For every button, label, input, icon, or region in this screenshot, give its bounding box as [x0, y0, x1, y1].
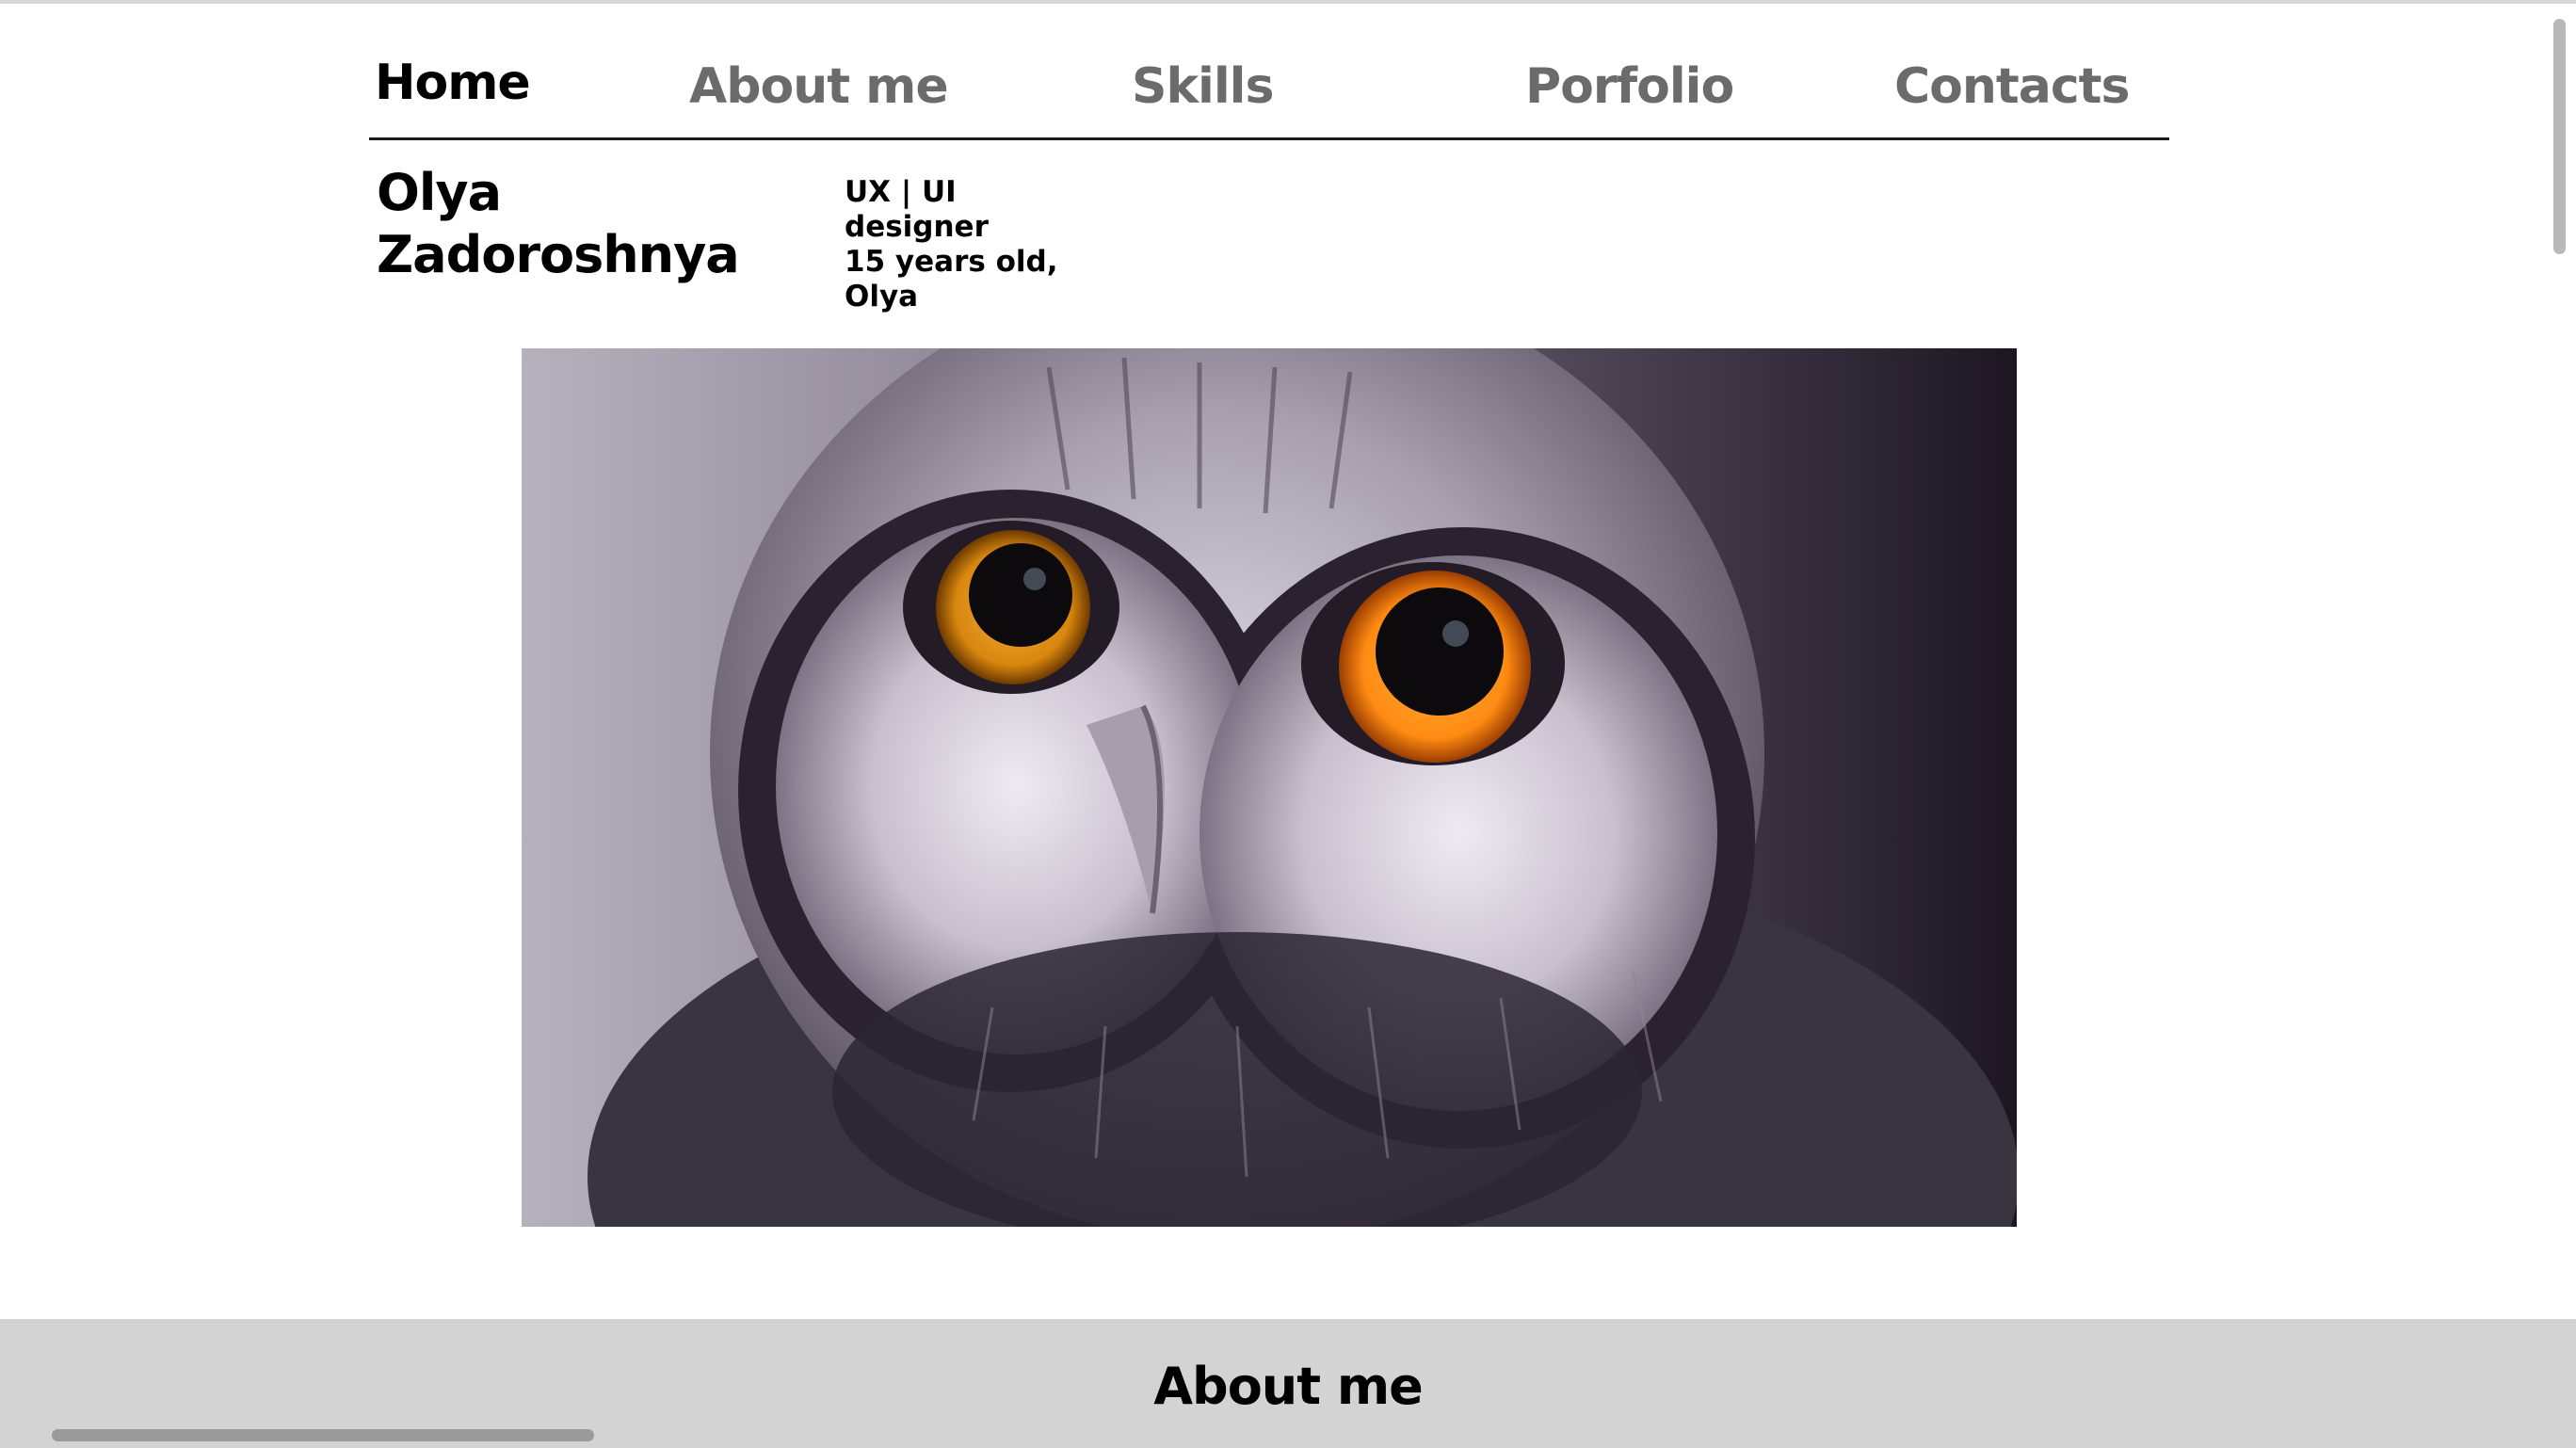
main-nav: Home About me Skills Porfolio Contacts [369, 49, 2169, 140]
subtitle-line: Olya [845, 280, 919, 314]
horizontal-scrollbar[interactable] [52, 1429, 594, 1441]
subtitle-line: UX | UI [845, 175, 957, 209]
nav-skills[interactable]: Skills [1132, 58, 1274, 115]
nav-contacts[interactable]: Contacts [1894, 58, 2130, 115]
nav-home[interactable]: Home [375, 55, 531, 111]
last-name: Zadoroshnya [377, 225, 740, 284]
nav-portfolio[interactable]: Porfolio [1525, 58, 1734, 115]
subtitle-line: designer [845, 210, 989, 244]
nav-about-me[interactable]: About me [689, 58, 949, 115]
profile-name: Olya Zadoroshnya [377, 162, 740, 286]
profile-subtitle: UX | UI designer 15 years old, Olya [845, 175, 1071, 314]
top-border [0, 0, 2576, 4]
section-title: About me [1153, 1357, 1424, 1416]
subtitle-line: 15 years old, [845, 245, 1058, 279]
vertical-scrollbar[interactable] [2553, 19, 2566, 254]
first-name: Olya [377, 163, 502, 222]
hero-owl-image [522, 348, 2017, 1227]
